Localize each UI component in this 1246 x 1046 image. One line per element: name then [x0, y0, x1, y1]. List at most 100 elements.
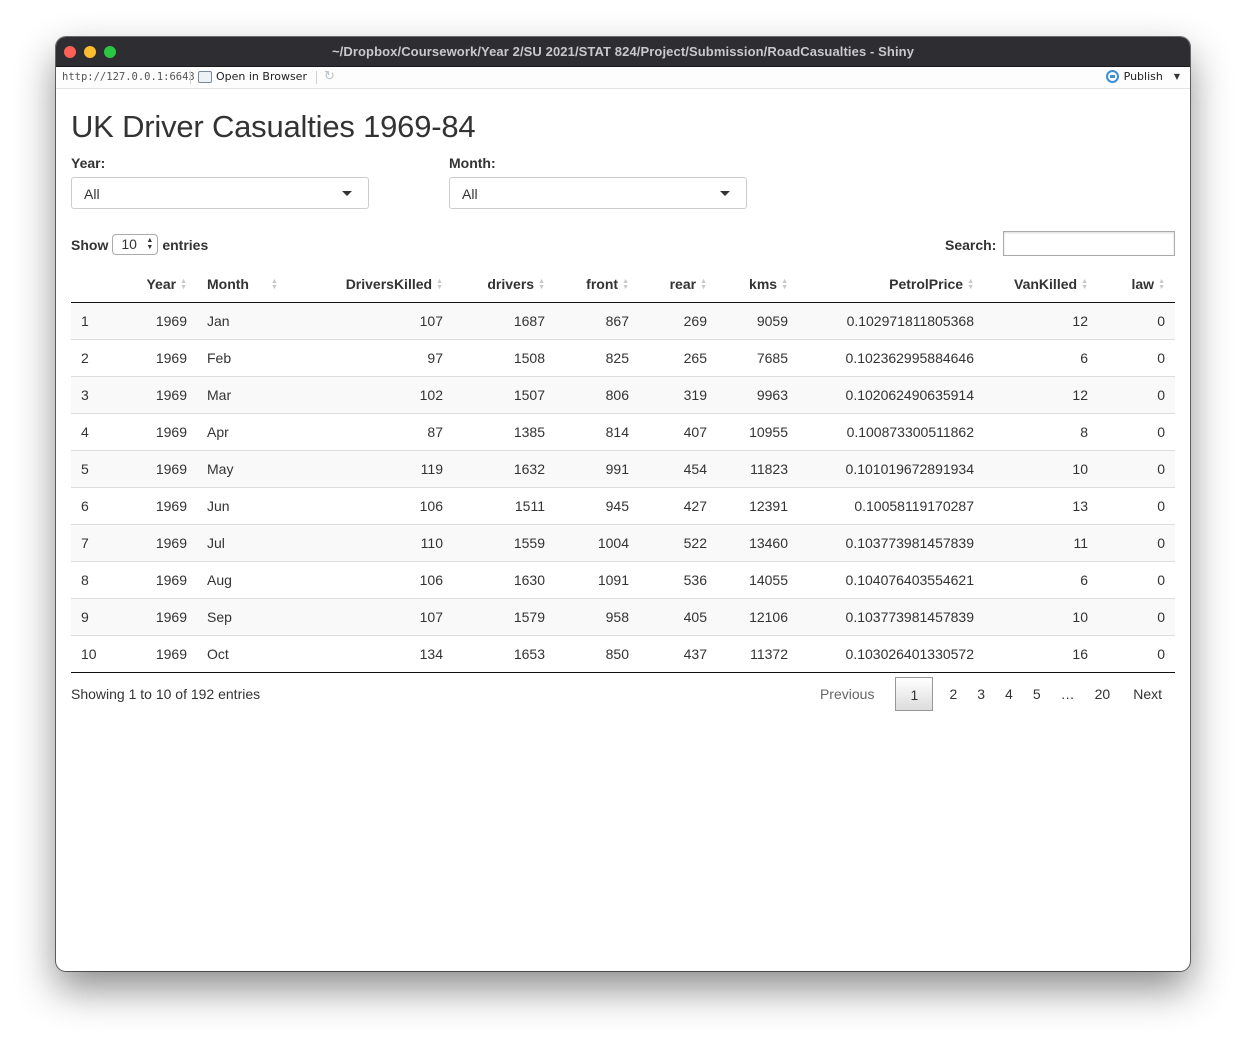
cell-rear: 407: [639, 413, 717, 451]
table-row[interactable]: 8 1969 Aug 106 1630 1091 536 14055 0.104…: [71, 561, 1175, 599]
cell-front: 867: [555, 302, 639, 340]
open-in-browser-button[interactable]: Open in Browser: [198, 70, 307, 83]
table-row[interactable]: 10 1969 Oct 134 1653 850 437 11372 0.103…: [71, 635, 1175, 673]
cell-month: Jun: [197, 487, 297, 525]
search-label: Search:: [945, 237, 997, 253]
cell-month: Aug: [197, 561, 297, 599]
viewer-toolbar: http://127.0.0.1:6643 Open in Browser ↻ …: [56, 67, 1190, 89]
cell-drivers: 1653: [453, 635, 555, 673]
dropdown-arrow-icon: [342, 191, 352, 196]
search-input[interactable]: [1003, 231, 1175, 256]
page-button-5[interactable]: 5: [1023, 677, 1051, 711]
column-header-drivers[interactable]: drivers ▲ ▼: [453, 265, 555, 303]
table-row[interactable]: 9 1969 Sep 107 1579 958 405 12106 0.1037…: [71, 598, 1175, 636]
sort-icon: ▲ ▼: [538, 277, 545, 291]
cell-vankilled: 12: [984, 376, 1098, 414]
sort-icon: ▲ ▼: [781, 277, 788, 291]
cell-petrolprice: 0.103026401330572: [798, 635, 984, 673]
column-header-year[interactable]: Year ▲ ▼: [131, 265, 197, 303]
year-select[interactable]: All: [71, 177, 369, 209]
table-row[interactable]: 6 1969 Jun 106 1511 945 427 12391 0.1005…: [71, 487, 1175, 525]
cell-law: 0: [1098, 561, 1175, 599]
table-row[interactable]: 5 1969 May 119 1632 991 454 11823 0.1010…: [71, 450, 1175, 488]
column-header-kms[interactable]: kms ▲ ▼: [717, 265, 798, 303]
cell-front: 825: [555, 339, 639, 377]
sort-icon: ▲ ▼: [180, 277, 187, 291]
cell-kms: 7685: [717, 339, 798, 377]
page-length-value: 10: [121, 236, 137, 252]
month-filter-label: Month:: [449, 155, 496, 171]
sort-icon: ▲ ▼: [1081, 277, 1088, 291]
cell-kms: 11372: [717, 635, 798, 673]
page-button-1[interactable]: 1: [895, 677, 934, 711]
column-header-rear[interactable]: rear ▲ ▼: [639, 265, 717, 303]
cell-drivers: 1687: [453, 302, 555, 340]
chevron-down-icon[interactable]: ▼: [1174, 72, 1180, 81]
page-title: UK Driver Casualties 1969-84: [71, 109, 476, 144]
pagination: Previous 1 2 3 4 5 … 20 Next: [807, 677, 1175, 711]
column-header-petrolprice[interactable]: PetrolPrice ▲ ▼: [798, 265, 984, 303]
page-button-2[interactable]: 2: [939, 677, 967, 711]
cell-drivers: 1508: [453, 339, 555, 377]
cell-month: Sep: [197, 598, 297, 636]
cell-year: 1969: [131, 376, 197, 414]
cell-vankilled: 16: [984, 635, 1098, 673]
column-header-law[interactable]: law ▲ ▼: [1098, 265, 1175, 303]
column-header-index[interactable]: [71, 265, 131, 303]
table-row[interactable]: 4 1969 Apr 87 1385 814 407 10955 0.10087…: [71, 413, 1175, 451]
cell-year: 1969: [131, 339, 197, 377]
cell-month: May: [197, 450, 297, 488]
cell-index: 3: [71, 376, 131, 414]
next-page-button[interactable]: Next: [1120, 677, 1175, 711]
cell-front: 814: [555, 413, 639, 451]
column-header-driverskilled[interactable]: DriversKilled ▲ ▼: [297, 265, 453, 303]
show-label: Show: [71, 236, 109, 253]
cell-petrolprice: 0.101019672891934: [798, 450, 984, 488]
cell-month: Feb: [197, 339, 297, 377]
sort-icon: ▲ ▼: [622, 277, 629, 291]
publish-button[interactable]: Publish ▼: [1105, 70, 1180, 83]
cell-petrolprice: 0.103773981457839: [798, 598, 984, 636]
page-length-select[interactable]: 10 ▲ ▼: [112, 234, 159, 255]
cell-rear: 437: [639, 635, 717, 673]
cell-driverskilled: 106: [297, 561, 453, 599]
cell-rear: 454: [639, 450, 717, 488]
entries-label: entries: [162, 236, 209, 253]
month-select[interactable]: All: [449, 177, 747, 209]
url-display: http://127.0.0.1:6643: [62, 71, 195, 83]
cell-rear: 536: [639, 561, 717, 599]
cell-vankilled: 11: [984, 524, 1098, 562]
table-row[interactable]: 1 1969 Jan 107 1687 867 269 9059 0.10297…: [71, 302, 1175, 340]
page-button-4[interactable]: 4: [995, 677, 1023, 711]
data-table: Year ▲ ▼ Month ▲ ▼ DriversKilled ▲ ▼ drivers ▲ ▼…: [71, 265, 1175, 673]
cell-year: 1969: [131, 450, 197, 488]
cell-kms: 12106: [717, 598, 798, 636]
cell-front: 958: [555, 598, 639, 636]
table-row[interactable]: 3 1969 Mar 102 1507 806 319 9963 0.10206…: [71, 376, 1175, 414]
cell-drivers: 1632: [453, 450, 555, 488]
refresh-icon[interactable]: ↻: [324, 70, 338, 84]
page-ellipsis: …: [1060, 686, 1075, 702]
table-row[interactable]: 7 1969 Jul 110 1559 1004 522 13460 0.103…: [71, 524, 1175, 562]
table-row[interactable]: 2 1969 Feb 97 1508 825 265 7685 0.102362…: [71, 339, 1175, 377]
browser-window-icon: [198, 70, 212, 83]
cell-driverskilled: 119: [297, 450, 453, 488]
sort-icon: ▲ ▼: [1158, 277, 1165, 291]
cell-vankilled: 13: [984, 487, 1098, 525]
page-button-20[interactable]: 20: [1085, 677, 1121, 711]
updown-arrows-icon: ▲ ▼: [146, 237, 154, 251]
cell-law: 0: [1098, 376, 1175, 414]
previous-page-button[interactable]: Previous: [807, 677, 887, 711]
sort-icon: ▲ ▼: [967, 277, 974, 291]
cell-index: 6: [71, 487, 131, 525]
cell-driverskilled: 107: [297, 302, 453, 340]
column-header-front[interactable]: front ▲ ▼: [555, 265, 639, 303]
page-button-3[interactable]: 3: [967, 677, 995, 711]
toolbar-divider: [316, 71, 317, 84]
column-header-month[interactable]: Month ▲ ▼: [197, 265, 297, 303]
cell-law: 0: [1098, 450, 1175, 488]
year-select-value: All: [84, 186, 100, 202]
column-header-vankilled[interactable]: VanKilled ▲ ▼: [984, 265, 1098, 303]
cell-index: 2: [71, 339, 131, 377]
cell-rear: 405: [639, 598, 717, 636]
